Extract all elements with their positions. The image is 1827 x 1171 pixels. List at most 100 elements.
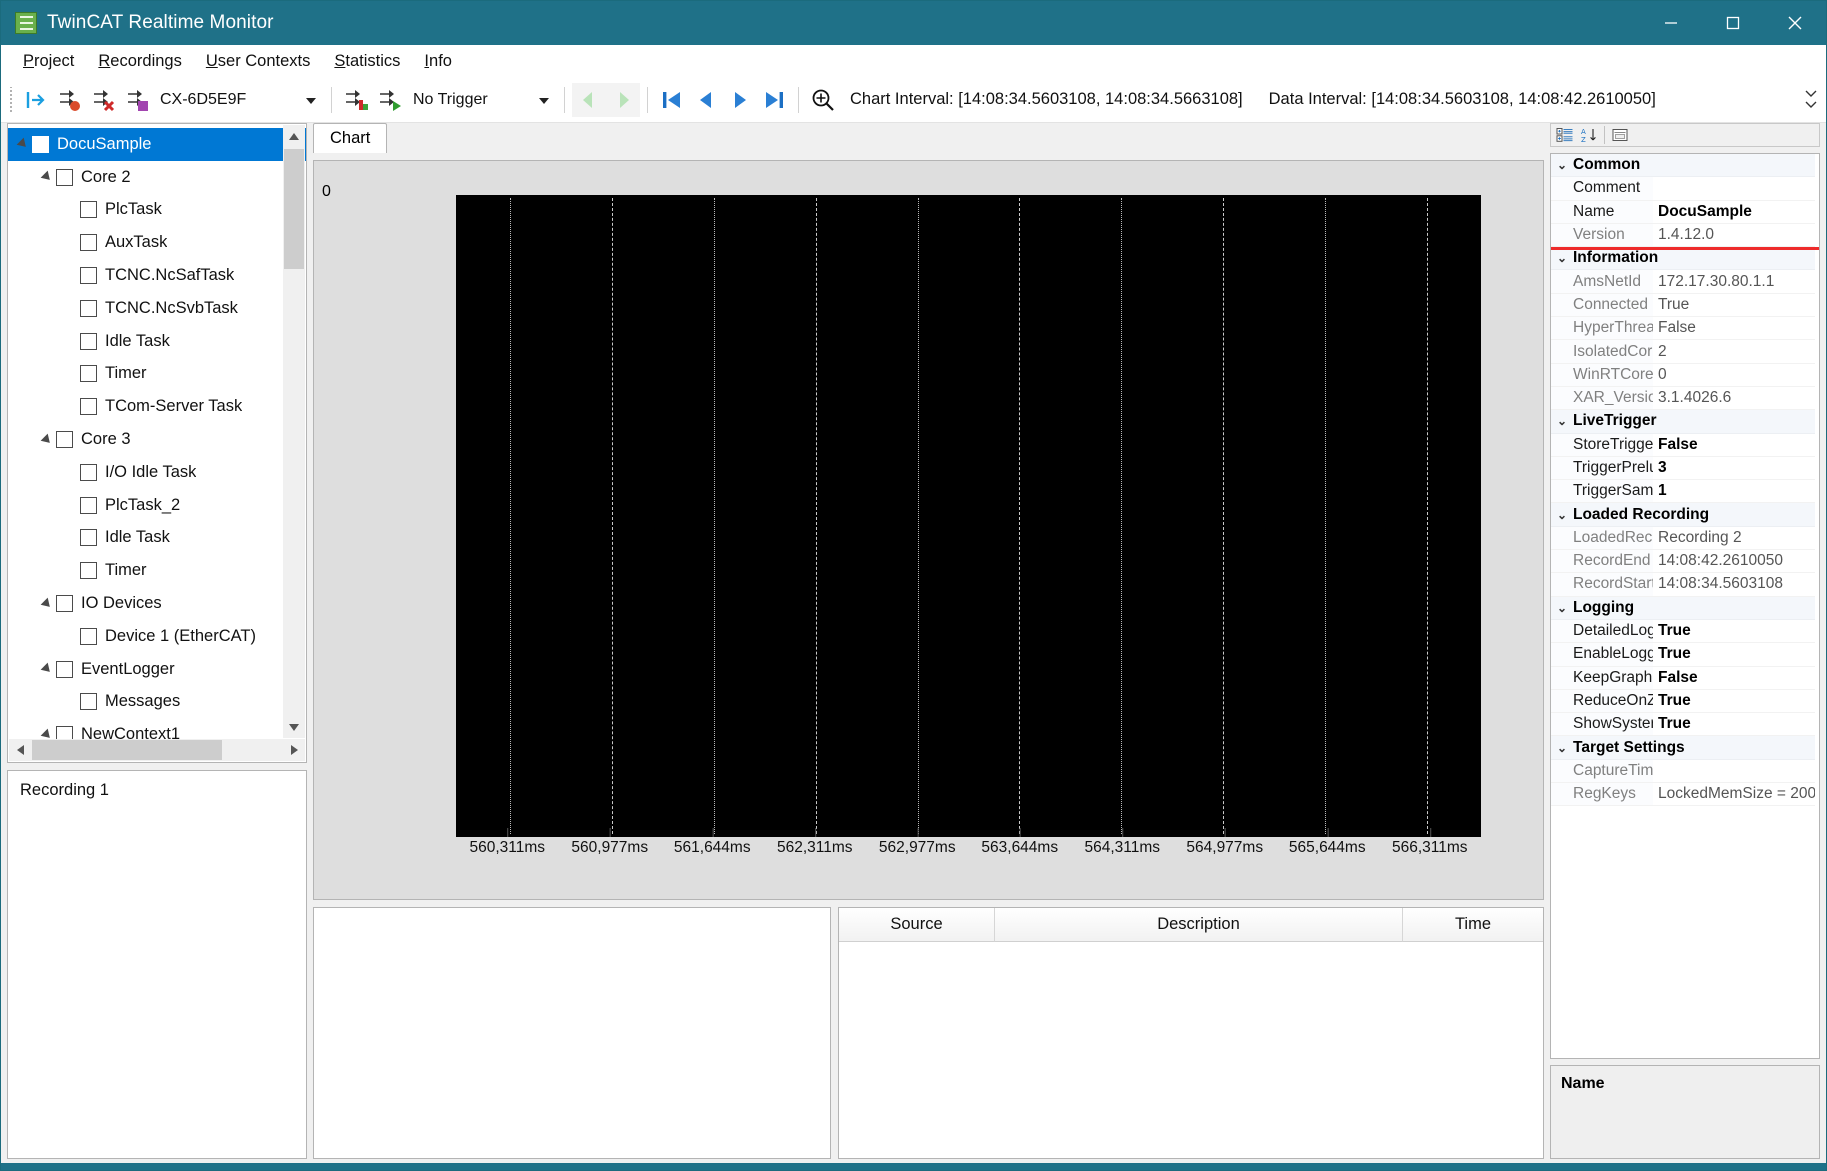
property-value[interactable]: 14:08:42.2610050	[1653, 550, 1819, 572]
property-row[interactable]: Comment	[1551, 177, 1819, 201]
property-group-header[interactable]: ⌄ Common	[1551, 154, 1819, 178]
tree-item[interactable]: TCNC.NcSvbTask	[8, 292, 306, 325]
property-group-header[interactable]: ⌄ Loaded Recording	[1551, 503, 1819, 527]
chart-plot-area[interactable]	[456, 195, 1481, 837]
first-record-button[interactable]	[655, 83, 689, 117]
property-group-header[interactable]: ⌄ Information	[1551, 247, 1819, 271]
column-header-description[interactable]: Description	[995, 908, 1403, 942]
chevron-down-icon[interactable]: ⌄	[1551, 508, 1573, 522]
chevron-down-icon[interactable]: ⌄	[1551, 414, 1573, 428]
toolbar-grip[interactable]	[7, 86, 15, 113]
property-group-header[interactable]: ⌄ LiveTrigger	[1551, 410, 1819, 434]
chevron-down-icon[interactable]	[306, 97, 316, 104]
expander-expanded-icon[interactable]	[38, 433, 56, 446]
menu-item-project[interactable]: Project	[11, 49, 86, 74]
property-value[interactable]: LockedMemSize = 200	[1653, 783, 1819, 805]
recording-list-panel[interactable]: Recording 1	[7, 770, 307, 1159]
tree-item-checkbox[interactable]	[56, 431, 73, 449]
chevron-down-icon[interactable]: ⌄	[1551, 158, 1573, 172]
tree-item[interactable]: Device 1 (EtherCAT)	[8, 620, 306, 653]
categorized-view-button[interactable]	[1553, 125, 1577, 145]
tree-item-checkbox[interactable]	[80, 299, 97, 317]
tree-horizontal-scrollbar[interactable]	[9, 739, 305, 761]
property-pages-button[interactable]	[1608, 125, 1632, 145]
property-row[interactable]: Name DocuSample	[1551, 200, 1819, 224]
tree-item[interactable]: Timer	[8, 358, 306, 391]
property-value[interactable]: 2	[1653, 340, 1819, 362]
property-row[interactable]: RegKeys LockedMemSize = 200	[1551, 783, 1819, 807]
event-log-body[interactable]	[839, 942, 1543, 1158]
property-value[interactable]: 14:08:34.5603108	[1653, 573, 1819, 595]
chevron-down-icon[interactable]: ⌄	[1551, 251, 1573, 265]
connect-target-icon[interactable]	[18, 83, 52, 117]
tree-scroll-thumb[interactable]	[284, 149, 304, 269]
property-value[interactable]: True	[1653, 713, 1819, 735]
stop-recording-icon[interactable]	[86, 83, 120, 117]
property-row[interactable]: HyperThrea False	[1551, 317, 1819, 341]
properties-scrollbar[interactable]	[1815, 154, 1819, 1058]
chart-panel[interactable]: 0 560,311ms 560,977ms 561,644ms 562,311ms 56…	[313, 160, 1544, 900]
tree-item-checkbox[interactable]	[80, 496, 97, 514]
property-row[interactable]: WinRTCores 0	[1551, 363, 1819, 387]
property-row[interactable]: LoadedRec Recording 2	[1551, 526, 1819, 551]
minimize-button[interactable]	[1640, 1, 1702, 45]
property-row[interactable]: XAR_Versio 3.1.4026.6	[1551, 386, 1819, 411]
tree-item[interactable]: PlcTask	[8, 194, 306, 227]
property-row[interactable]: ShowSyster True	[1551, 713, 1819, 737]
step-forward-button[interactable]	[723, 83, 757, 117]
property-value[interactable]: 0	[1653, 364, 1819, 386]
tree-item[interactable]: Idle Task	[8, 522, 306, 555]
property-row[interactable]: Version 1.4.12.0	[1551, 223, 1819, 248]
tree-item-checkbox[interactable]	[80, 234, 97, 252]
tree-item[interactable]: AuxTask	[8, 226, 306, 259]
property-row[interactable]: KeepGraph(False	[1551, 666, 1819, 690]
property-value[interactable]: Recording 2	[1653, 527, 1819, 549]
property-row[interactable]: TriggerSam 1	[1551, 480, 1819, 504]
tree-item[interactable]: TCom-Server Task	[8, 390, 306, 423]
close-button[interactable]	[1764, 1, 1826, 45]
chevron-down-icon[interactable]: ⌄	[1551, 741, 1573, 755]
chevron-down-icon[interactable]	[539, 97, 549, 104]
context-tree[interactable]: DocuSample Core 2 PlcTask AuxTask TCNC.NcSaf…	[8, 124, 306, 762]
trigger-combo[interactable]: No Trigger	[407, 86, 557, 114]
prev-page-button[interactable]	[572, 83, 606, 117]
tree-item-checkbox[interactable]	[80, 365, 97, 383]
menu-item-recordings[interactable]: Recordings	[86, 49, 193, 74]
start-recording-icon[interactable]	[52, 83, 86, 117]
column-header-time[interactable]: Time	[1403, 908, 1543, 942]
alphabetical-sort-button[interactable]: A Z	[1577, 125, 1601, 145]
properties-grid[interactable]: ⌄ Common Comment Name DocuSample Version 1.4.1…	[1550, 153, 1820, 1059]
tree-item-checkbox[interactable]	[80, 332, 97, 350]
scroll-up-icon[interactable]	[283, 125, 305, 147]
tree-item-checkbox[interactable]	[80, 267, 97, 285]
target-combo[interactable]: CX-6D5E9F	[154, 86, 324, 114]
tree-item-checkbox[interactable]	[32, 135, 49, 153]
scroll-down-icon[interactable]	[283, 716, 305, 738]
tree-item-checkbox[interactable]	[80, 529, 97, 547]
tree-item[interactable]: Core 2	[8, 161, 306, 194]
tree-item[interactable]: PlcTask_2	[8, 489, 306, 522]
property-value[interactable]: 1	[1653, 480, 1819, 502]
property-row[interactable]: RecordStart 14:08:34.5603108	[1551, 573, 1819, 597]
tree-item[interactable]: Timer	[8, 554, 306, 587]
property-row[interactable]: CaptureTim	[1551, 759, 1819, 784]
expander-expanded-icon[interactable]	[38, 597, 56, 610]
chevron-down-icon[interactable]: ⌄	[1551, 601, 1573, 615]
notes-panel[interactable]	[313, 907, 831, 1159]
tree-item-checkbox[interactable]	[80, 398, 97, 416]
trigger-stop-icon[interactable]	[373, 83, 407, 117]
property-row[interactable]: RecordEnd 14:08:42.2610050	[1551, 550, 1819, 574]
menu-item-info[interactable]: Info	[412, 49, 464, 74]
property-row[interactable]: AmsNetId 172.17.30.80.1.1	[1551, 270, 1819, 294]
tree-item[interactable]: EventLogger	[8, 653, 306, 686]
tree-item[interactable]: I/O Idle Task	[8, 456, 306, 489]
tab-chart[interactable]: Chart	[313, 123, 388, 153]
property-value[interactable]	[1653, 760, 1819, 782]
toolbar-overflow-button[interactable]	[1800, 77, 1822, 122]
tree-item[interactable]: Messages	[8, 686, 306, 719]
tree-item-checkbox[interactable]	[80, 562, 97, 580]
property-value[interactable]	[1653, 177, 1819, 199]
menu-item-statistics[interactable]: Statistics	[322, 49, 412, 74]
save-recording-icon[interactable]	[120, 83, 154, 117]
scroll-right-icon[interactable]	[283, 739, 305, 761]
